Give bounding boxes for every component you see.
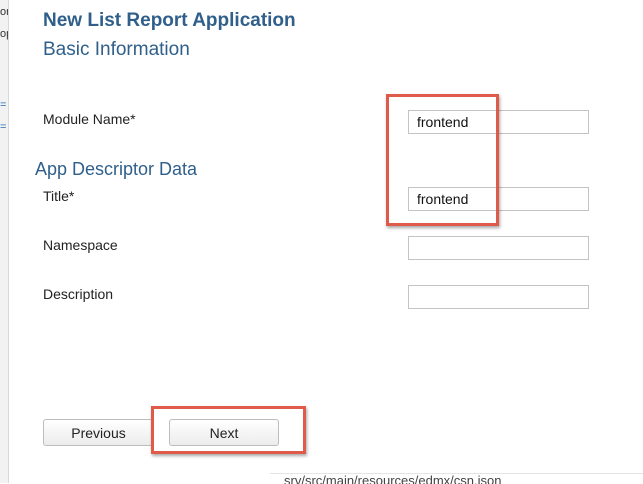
module-name-label: Module Name*	[43, 111, 136, 127]
section-basic-information: Basic Information	[43, 39, 190, 60]
background-link: =	[0, 121, 7, 133]
background-window-strip: or op = =	[0, 0, 9, 483]
module-name-input[interactable]	[408, 110, 589, 134]
next-button[interactable]: Next	[169, 419, 279, 446]
previous-button[interactable]: Previous	[43, 419, 154, 446]
background-text: op	[0, 28, 8, 40]
namespace-input[interactable]	[408, 236, 589, 260]
background-file-path: srv/src/main/resources/edmx/csn.json	[270, 473, 643, 484]
new-list-report-dialog: New List Report Application Basic Inform…	[9, 0, 643, 472]
background-link: =	[0, 99, 7, 111]
namespace-label: Namespace	[43, 237, 118, 253]
title-label: Title*	[43, 188, 75, 204]
section-app-descriptor-data: App Descriptor Data	[35, 159, 198, 179]
title-input[interactable]	[408, 187, 589, 211]
background-text: or	[0, 6, 9, 18]
description-label: Description	[43, 286, 114, 302]
dialog-title: New List Report Application	[43, 10, 296, 31]
description-input[interactable]	[408, 285, 589, 309]
